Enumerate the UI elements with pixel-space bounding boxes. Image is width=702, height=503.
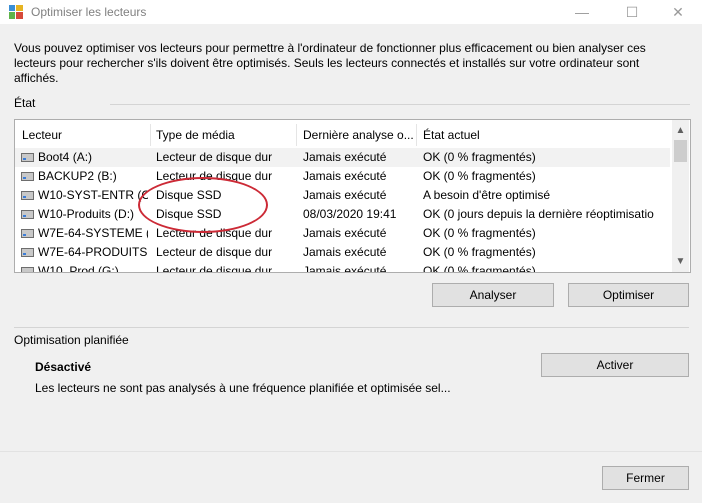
drive-last-analysis: Jamais exécuté <box>303 245 387 259</box>
drive-last-analysis: Jamais exécuté <box>303 188 387 202</box>
hard-drive-icon <box>21 248 34 257</box>
hard-drive-icon <box>21 229 34 238</box>
hard-drive-icon <box>21 153 34 162</box>
chevron-down-icon[interactable]: ▼ <box>672 253 689 270</box>
drive-row[interactable]: Boot4 (A:) Lecteur de disque dur Jamais … <box>15 148 670 167</box>
description-text: Vous pouvez optimiser vos lecteurs pour … <box>14 41 646 85</box>
analyze-button[interactable]: Analyser <box>432 283 554 307</box>
drive-name: W7E-64-SYSTEME (... <box>38 226 148 240</box>
hard-drive-icon <box>21 267 34 272</box>
drive-media-type: Lecteur de disque dur <box>156 264 273 273</box>
etat-separator <box>110 104 690 105</box>
drive-row[interactable]: W10-SYST-ENTR (C:) Disque SSD Jamais exé… <box>15 186 670 205</box>
column-header-drive[interactable]: Lecteur <box>22 126 150 144</box>
defrag-app-icon <box>9 5 23 19</box>
scheduled-state: Désactivé <box>35 360 92 374</box>
column-header-status[interactable]: État actuel <box>423 126 663 144</box>
drive-row[interactable]: BACKUP2 (B:) Lecteur de disque dur Jamai… <box>15 167 670 186</box>
drive-status: OK (0 % fragmentés) <box>423 264 536 273</box>
drive-last-analysis: Jamais exécuté <box>303 169 387 183</box>
drive-row[interactable]: W7E-64-SYSTEME (... Lecteur de disque du… <box>15 224 670 243</box>
footer-separator <box>0 451 702 452</box>
column-divider[interactable] <box>150 124 151 146</box>
scheduled-description: Les lecteurs ne sont pas analysés à une … <box>35 381 451 395</box>
hard-drive-icon <box>21 191 34 200</box>
drive-media-type: Lecteur de disque dur <box>156 150 273 164</box>
column-divider[interactable] <box>296 124 297 146</box>
drive-status: OK (0 % fragmentés) <box>423 150 536 164</box>
drive-row[interactable]: W10_Prod (G:) Lecteur de disque dur Jama… <box>15 262 670 273</box>
column-header-last-analysis[interactable]: Dernière analyse o... <box>303 126 415 144</box>
annotation-circle <box>138 177 268 233</box>
column-divider[interactable] <box>416 124 417 146</box>
drive-last-analysis: Jamais exécuté <box>303 226 387 240</box>
drive-media-type: Lecteur de disque dur <box>156 245 273 259</box>
drive-row[interactable]: W7E-64-PRODUITS... Lecteur de disque dur… <box>15 243 670 262</box>
hard-drive-icon <box>21 172 34 181</box>
minimize-button[interactable]: — <box>560 2 604 22</box>
title-bar: Optimiser les lecteurs — ☐ ✕ <box>0 0 702 24</box>
drive-status: OK (0 % fragmentés) <box>423 245 536 259</box>
drive-last-analysis: Jamais exécuté <box>303 264 387 273</box>
drive-row[interactable]: W10-Produits (D:) Disque SSD 08/03/2020 … <box>15 205 670 224</box>
drive-name: BACKUP2 (B:) <box>38 169 117 183</box>
etat-label: État <box>14 96 36 110</box>
close-window-button[interactable]: ✕ <box>656 2 700 22</box>
drive-name: W10-SYST-ENTR (C:) <box>38 188 148 202</box>
chevron-up-icon[interactable]: ▲ <box>672 122 689 139</box>
vertical-scrollbar[interactable]: ▲ ▼ <box>672 120 689 272</box>
window-title: Optimiser les lecteurs <box>31 5 147 19</box>
drive-list[interactable]: Lecteur Type de média Dernière analyse o… <box>14 119 691 273</box>
drive-name: W10_Prod (G:) <box>38 264 119 273</box>
drive-name: Boot4 (A:) <box>38 150 93 164</box>
close-button[interactable]: Fermer <box>602 466 689 490</box>
drive-status: A besoin d'être optimisé <box>423 188 551 202</box>
hard-drive-icon <box>21 210 34 219</box>
drive-name: W10-Produits (D:) <box>38 207 135 221</box>
schedule-separator <box>14 327 689 328</box>
drive-status: OK (0 % fragmentés) <box>423 169 536 183</box>
optimize-button[interactable]: Optimiser <box>568 283 689 307</box>
drive-status: OK (0 % fragmentés) <box>423 226 536 240</box>
drive-last-analysis: Jamais exécuté <box>303 150 387 164</box>
activate-button[interactable]: Activer <box>541 353 689 377</box>
drive-name: W7E-64-PRODUITS... <box>38 245 148 259</box>
scheduled-label: Optimisation planifiée <box>14 333 129 347</box>
maximize-button[interactable]: ☐ <box>610 2 654 22</box>
drive-status: OK (0 jours depuis la dernière réoptimis… <box>423 207 654 221</box>
scrollbar-thumb[interactable] <box>674 140 687 162</box>
drive-last-analysis: 08/03/2020 19:41 <box>303 207 397 221</box>
column-header-media-type[interactable]: Type de média <box>156 126 296 144</box>
